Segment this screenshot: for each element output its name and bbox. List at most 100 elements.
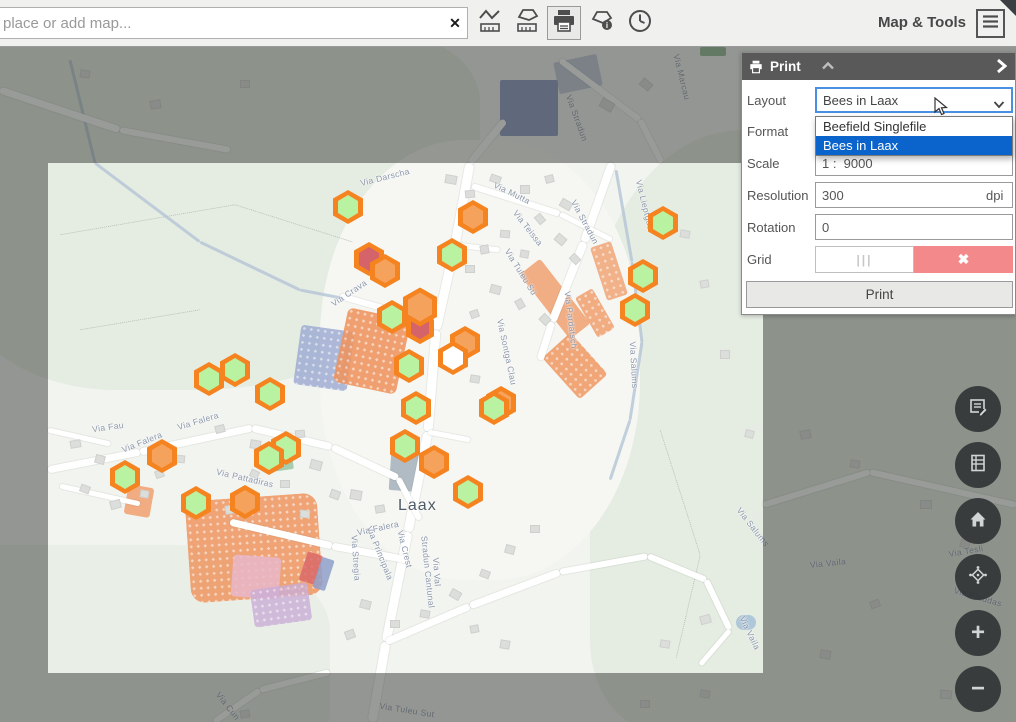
building [699, 689, 710, 699]
building [469, 624, 479, 633]
layout-select[interactable]: Bees in Laax [815, 87, 1013, 113]
rotation-input[interactable] [815, 214, 1013, 240]
grid-toggle[interactable]: ||| ✖ [815, 246, 1013, 273]
chevron-down-icon [993, 97, 1005, 112]
map-overlay-polygon [700, 47, 726, 56]
building [240, 80, 250, 88]
hex-marker-fill [406, 396, 426, 420]
building [699, 279, 709, 288]
home-button[interactable] [955, 498, 1001, 544]
hex-marker-fill [625, 298, 645, 322]
building [465, 265, 475, 273]
print-button[interactable]: Print [746, 281, 1013, 308]
dpi-unit: dpi [986, 188, 1003, 203]
street-label: Via Val [431, 557, 443, 587]
map-overlay-polygon [250, 582, 313, 628]
print-panel-header[interactable]: Print [742, 53, 1015, 80]
hex-marker-fill [399, 354, 419, 378]
building [390, 620, 400, 628]
building [419, 609, 430, 619]
dropdown-option[interactable]: Beefield Singlefile [816, 117, 1012, 136]
measure-line-button[interactable] [474, 6, 508, 40]
collapse-panel-icon[interactable] [821, 59, 835, 77]
building [79, 69, 90, 79]
print-panel-icon [748, 59, 764, 75]
layout-dropdown: Beefield Singlefile Bees in Laax [815, 116, 1013, 156]
hex-marker-fill [442, 243, 462, 267]
hex-marker-fill [115, 465, 135, 489]
building [940, 689, 953, 699]
svg-text:i: i [606, 21, 608, 30]
street-label: Via Stregia [349, 535, 362, 581]
clock-icon [626, 7, 654, 40]
hex-marker-fill [424, 450, 444, 474]
locate-button[interactable] [955, 554, 1001, 600]
building [349, 489, 363, 501]
building [448, 588, 462, 601]
building [280, 480, 290, 488]
format-label: Format [747, 124, 788, 139]
building [530, 525, 540, 533]
street-label: Via Fau [91, 420, 124, 434]
layout-selected-value: Bees in Laax [823, 93, 898, 108]
building [849, 459, 860, 469]
building [109, 499, 122, 511]
hex-marker-fill [408, 292, 433, 321]
zoom-in-button[interactable]: + [955, 610, 1001, 656]
hex-marker-fill [463, 205, 483, 229]
hex-marker-fill [395, 434, 415, 458]
hex-marker-fill [653, 211, 673, 235]
building [374, 504, 385, 514]
building [139, 489, 149, 498]
resolution-input[interactable] [815, 182, 1013, 208]
building [639, 77, 654, 92]
map-tools-label: Map & Tools [878, 14, 966, 31]
print-tool-button[interactable] [547, 6, 581, 40]
grid-off-icon[interactable]: ✖ [914, 246, 1013, 273]
building [519, 249, 529, 258]
building [465, 190, 476, 199]
hamburger-icon [982, 14, 999, 34]
edit-notes-button[interactable] [955, 386, 1001, 432]
building [444, 174, 457, 185]
measure-line-icon [477, 7, 505, 40]
building [479, 244, 489, 254]
building [819, 649, 831, 660]
corner-fold [1000, 0, 1016, 16]
hex-marker-fill [225, 358, 245, 382]
measure-area-button[interactable] [511, 6, 545, 40]
resolution-label: Resolution [747, 188, 808, 203]
building [300, 510, 311, 519]
locate-icon [968, 565, 988, 590]
building [329, 489, 341, 501]
building [149, 99, 161, 110]
hex-marker-fill [235, 490, 255, 514]
search-input[interactable] [0, 7, 468, 39]
plus-icon: + [971, 621, 985, 645]
building [679, 229, 690, 239]
zoom-out-button[interactable]: − [955, 666, 1001, 712]
street-label: Via Stradun [564, 93, 590, 142]
building [469, 374, 480, 384]
building [344, 629, 356, 641]
feature-info-button[interactable]: i [585, 6, 619, 40]
time-tool-button[interactable] [623, 6, 657, 40]
dropdown-option-selected[interactable]: Bees in Laax [816, 136, 1012, 155]
building [309, 459, 323, 472]
grid-on-icon[interactable]: ||| [815, 246, 914, 273]
hex-marker-fill [260, 382, 280, 406]
home-icon [968, 509, 988, 534]
layout-label: Layout [747, 93, 786, 108]
top-toolbar: ✕ i Map & Tools [0, 0, 1016, 47]
search-clear-icon[interactable]: ✕ [446, 14, 464, 32]
hex-marker-fill [443, 346, 463, 370]
legend-button[interactable] [955, 442, 1001, 488]
street-label: Via Falera [176, 410, 220, 432]
app-window: Via DarschaVia MuttaVia TeissaVia Tuleu … [0, 0, 1016, 722]
close-panel-icon[interactable] [996, 58, 1007, 79]
town-label: Laax [398, 497, 437, 515]
hex-marker-fill [458, 480, 478, 504]
building [920, 500, 932, 509]
building [659, 639, 670, 649]
hex-marker-fill [375, 259, 395, 283]
